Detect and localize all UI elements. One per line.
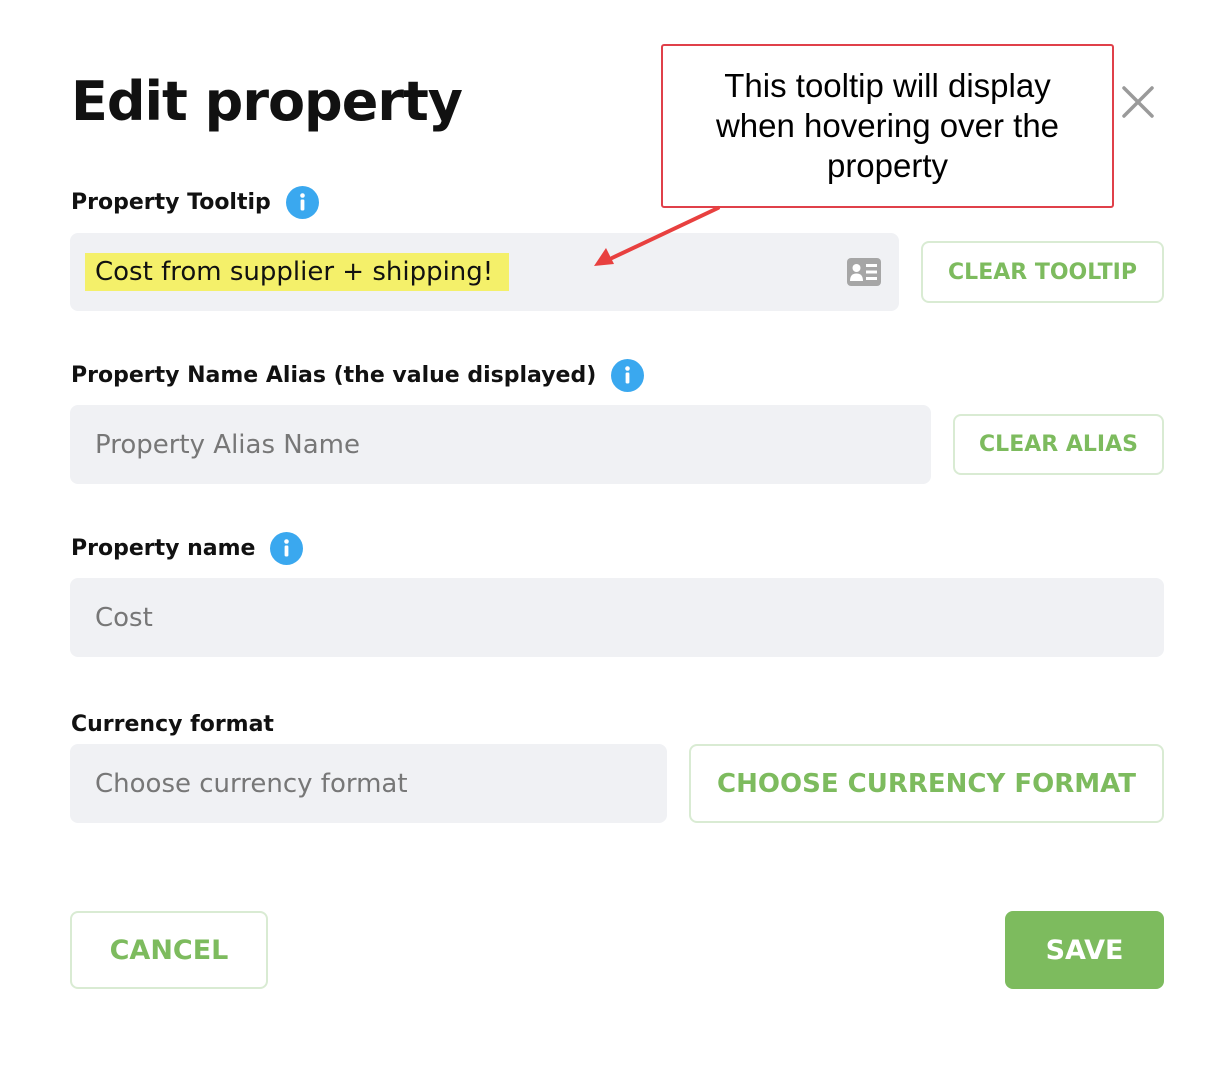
annotation-callout: This tooltip will display when hovering … [661, 44, 1114, 208]
currency-format-input[interactable]: Choose currency format [70, 744, 667, 823]
name-label: Property name [71, 535, 256, 561]
tooltip-value: Cost from supplier + shipping! [85, 253, 510, 291]
info-icon[interactable] [285, 185, 319, 219]
alias-label-row: Property Name Alias (the value displayed… [71, 358, 645, 392]
edit-property-dialog: Edit property Property Tooltip Cost from… [0, 0, 1230, 1073]
name-label-row: Property name [71, 531, 304, 565]
alias-input[interactable]: Property Alias Name [70, 405, 931, 484]
clear-tooltip-button[interactable]: CLEAR TOOLTIP [921, 241, 1164, 303]
save-button[interactable]: SAVE [1005, 911, 1164, 989]
cancel-button[interactable]: CANCEL [70, 911, 268, 989]
alias-placeholder: Property Alias Name [95, 429, 360, 460]
contact-card-icon[interactable] [846, 257, 882, 287]
choose-currency-format-button[interactable]: CHOOSE CURRENCY FORMAT [689, 744, 1164, 823]
close-icon[interactable] [1118, 82, 1158, 122]
currency-placeholder: Choose currency format [95, 768, 408, 799]
tooltip-label-row: Property Tooltip [71, 185, 319, 219]
property-name-value: Cost [95, 602, 153, 633]
info-icon[interactable] [270, 531, 304, 565]
clear-alias-button[interactable]: CLEAR ALIAS [953, 414, 1164, 475]
property-name-input: Cost [70, 578, 1164, 657]
alias-label: Property Name Alias (the value displayed… [71, 362, 597, 388]
tooltip-label: Property Tooltip [71, 189, 271, 215]
currency-label: Currency format [71, 711, 274, 737]
dialog-title: Edit property [71, 70, 463, 133]
tooltip-input[interactable]: Cost from supplier + shipping! [70, 233, 899, 311]
info-icon[interactable] [611, 358, 645, 392]
currency-label-row: Currency format [71, 707, 274, 741]
